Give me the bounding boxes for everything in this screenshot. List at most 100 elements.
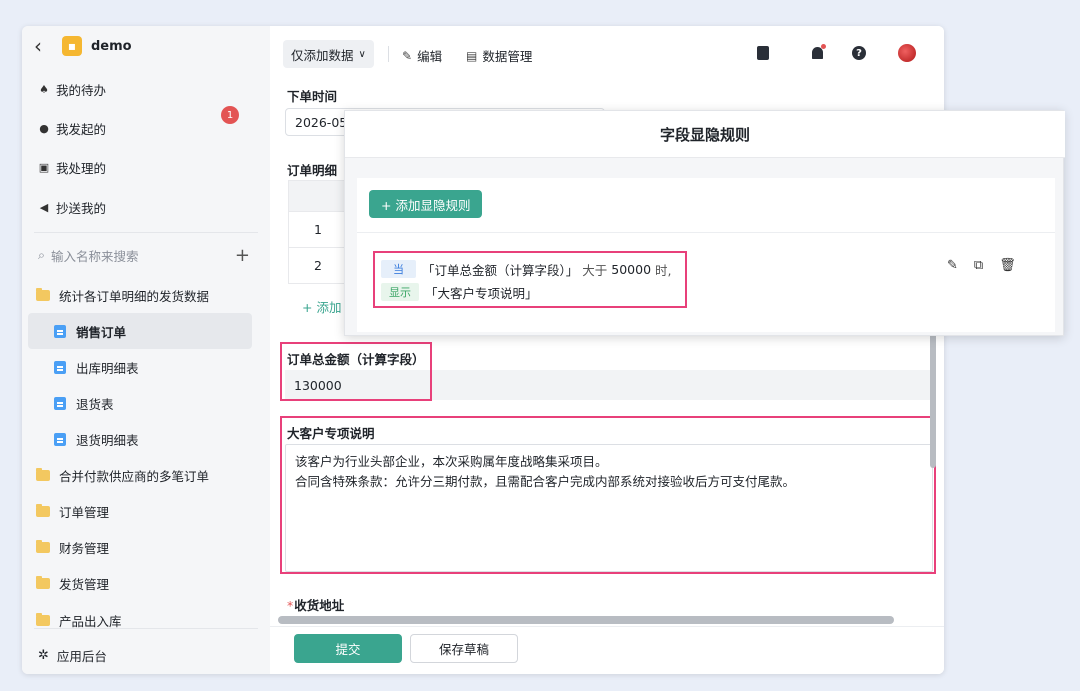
send-icon: ◀	[39, 200, 49, 214]
vip-note-textarea[interactable]: 该客户为行业头部企业，本次采购属年度战略集采项目。 合同含特殊条款：允许分三期付…	[285, 444, 933, 572]
help-button[interactable]: ?	[850, 44, 868, 62]
nav-initiated-label: 我发起的	[56, 121, 107, 137]
mode-label: 仅添加数据	[291, 47, 354, 63]
toolbar: 仅添加数据 ∨ ✎ 编辑 ▤ 数据管理 ?	[270, 26, 944, 78]
address-label: *收货地址	[287, 595, 344, 614]
edit-label: 编辑	[417, 49, 443, 64]
nav-cc-label: 抄送我的	[56, 200, 107, 216]
vertical-scrollbar[interactable]	[930, 328, 936, 468]
folder-icon	[36, 503, 50, 517]
tree-folder-finance[interactable]: 财务管理	[36, 537, 109, 557]
horizontal-scrollbar[interactable]	[278, 616, 894, 624]
condition-value: 50000	[611, 261, 652, 277]
tree-item-returns[interactable]: 退货表	[54, 393, 114, 413]
tree-label: 销售订单	[76, 324, 127, 340]
toolbar-divider	[388, 46, 389, 62]
tree-label: 合并付款供应商的多笔订单	[59, 468, 210, 484]
todo-count-badge: 1	[221, 106, 239, 124]
app-name: demo	[91, 38, 132, 54]
tree-label: 退货明细表	[76, 432, 139, 448]
nav-initiated[interactable]: ● 我发起的	[38, 118, 106, 138]
vip-note-line-2: 合同含特殊条款：允许分三期付款，且需配合客户完成内部系统对接验收后方可支付尾款。	[295, 474, 796, 489]
question-icon: ?	[852, 46, 866, 60]
submit-button[interactable]: 提交	[294, 634, 402, 663]
add-visibility-rule-button[interactable]: + 添加显隐规则	[369, 190, 483, 218]
sidebar-search[interactable]: ⌕ 输入名称来搜索 +	[38, 245, 250, 266]
rule-action: 显示 「大客户专项说明」	[381, 282, 538, 302]
tree-item-outbound-detail[interactable]: 出库明细表	[54, 357, 139, 377]
table-header	[288, 180, 348, 212]
data-manage-label: 数据管理	[482, 49, 533, 64]
mode-dropdown[interactable]: 仅添加数据 ∨	[283, 40, 374, 68]
trash-icon[interactable]: 🗑	[999, 258, 1016, 273]
notification-button[interactable]	[808, 44, 826, 62]
add-item-icon[interactable]: +	[235, 245, 250, 266]
sidebar: ‹ ▪ demo ♠ 我的待办 1 ● 我发起的 ▣ 我处理的 ◀ 抄送我的 ⌕…	[22, 26, 270, 674]
nav-handled-label: 我处理的	[56, 160, 107, 176]
tree-label: 统计各订单明细的发货数据	[59, 288, 210, 304]
help-doc-button[interactable]	[754, 44, 772, 62]
row-index: 1	[314, 222, 322, 237]
order-time-value: 2026-05	[295, 114, 348, 130]
avatar	[898, 44, 916, 62]
table-row[interactable]: 1	[288, 212, 348, 248]
tree-label: 财务管理	[59, 540, 110, 556]
tree-label: 发货管理	[59, 576, 110, 592]
edit-button[interactable]: ✎ 编辑	[402, 46, 442, 65]
folder-icon	[36, 287, 50, 301]
order-time-label: 下单时间	[287, 89, 338, 104]
tree-label: 产品出入库	[59, 613, 122, 629]
app-backend-link[interactable]: ✲ 应用后台	[38, 646, 107, 664]
tree-folder-order-manage[interactable]: 订单管理	[36, 501, 109, 521]
user-avatar[interactable]	[898, 44, 916, 62]
app-logo-icon: ▪	[62, 36, 82, 56]
nav-handled[interactable]: ▣ 我处理的	[38, 157, 106, 177]
rule-actions: ✎ ⧉ 🗑	[947, 258, 1016, 273]
form-icon	[54, 360, 66, 374]
app-header: ‹ ▪ demo	[34, 34, 132, 58]
app-backend-label: 应用后台	[56, 648, 107, 664]
nav-todo[interactable]: ♠ 我的待办	[38, 79, 106, 99]
action-field: 「大客户专项说明」	[425, 285, 538, 301]
play-circle-icon: ●	[39, 121, 49, 135]
tree-label: 出库明细表	[76, 360, 139, 376]
table-icon: ▤	[466, 48, 478, 63]
tree-folder-shipping-stats[interactable]: 统计各订单明细的发货数据	[36, 285, 209, 305]
edit-icon[interactable]: ✎	[947, 258, 958, 273]
condition-field: 「订单总金额（计算字段）」	[422, 262, 579, 278]
tree-folder-merge-payment[interactable]: 合并付款供应商的多笔订单	[36, 465, 209, 485]
required-mark: *	[287, 598, 294, 613]
order-detail-label: 订单明细	[287, 163, 338, 178]
folder-icon	[36, 575, 50, 589]
total-amount-field: 130000	[285, 370, 930, 400]
popup-body: + 添加显隐规则 当 「订单总金额（计算字段）」 大于 50000 时, 显示 …	[357, 178, 1055, 332]
form-icon	[54, 396, 66, 410]
rule-item[interactable]: 当 「订单总金额（计算字段）」 大于 50000 时, 显示 「大客户专项说明」	[373, 251, 687, 308]
folder-icon	[36, 467, 50, 481]
save-draft-button[interactable]: 保存草稿	[410, 634, 518, 663]
gear-icon: ✲	[38, 647, 49, 663]
vip-note-line-1: 该客户为行业头部企业，本次采购属年度战略集采项目。	[295, 454, 608, 469]
add-row-button[interactable]: + 添加	[302, 297, 341, 316]
vip-note-label: 大客户专项说明	[287, 426, 375, 441]
back-icon[interactable]: ‹	[34, 36, 50, 56]
tree-folder-product-stock[interactable]: 产品出入库	[36, 610, 122, 630]
tree-item-return-detail[interactable]: 退货明细表	[54, 429, 139, 449]
search-icon: ⌕	[38, 247, 46, 262]
tree-item-sales-order[interactable]: 销售订单	[28, 313, 252, 349]
order-detail-table: 1 2	[288, 180, 348, 284]
tree-label: 订单管理	[59, 504, 110, 520]
data-manage-button[interactable]: ▤ 数据管理	[466, 46, 532, 65]
nav-cc[interactable]: ◀ 抄送我的	[38, 197, 106, 217]
address-label-text: 收货地址	[294, 598, 345, 613]
copy-icon[interactable]: ⧉	[974, 258, 983, 273]
visibility-rule-popup: 字段显隐规则 + 添加显隐规则 当 「订单总金额（计算字段）」 大于 50000…	[344, 110, 1065, 336]
inbox-icon: ▣	[38, 160, 50, 174]
pencil-icon: ✎	[402, 48, 413, 63]
tree-folder-shipping[interactable]: 发货管理	[36, 573, 109, 593]
table-row[interactable]: 2	[288, 248, 348, 284]
show-tag: 显示	[381, 283, 419, 301]
search-input[interactable]: 输入名称来搜索	[51, 246, 139, 265]
form-footer: 提交 保存草稿	[270, 626, 944, 674]
condition-suffix: 时,	[655, 262, 672, 278]
